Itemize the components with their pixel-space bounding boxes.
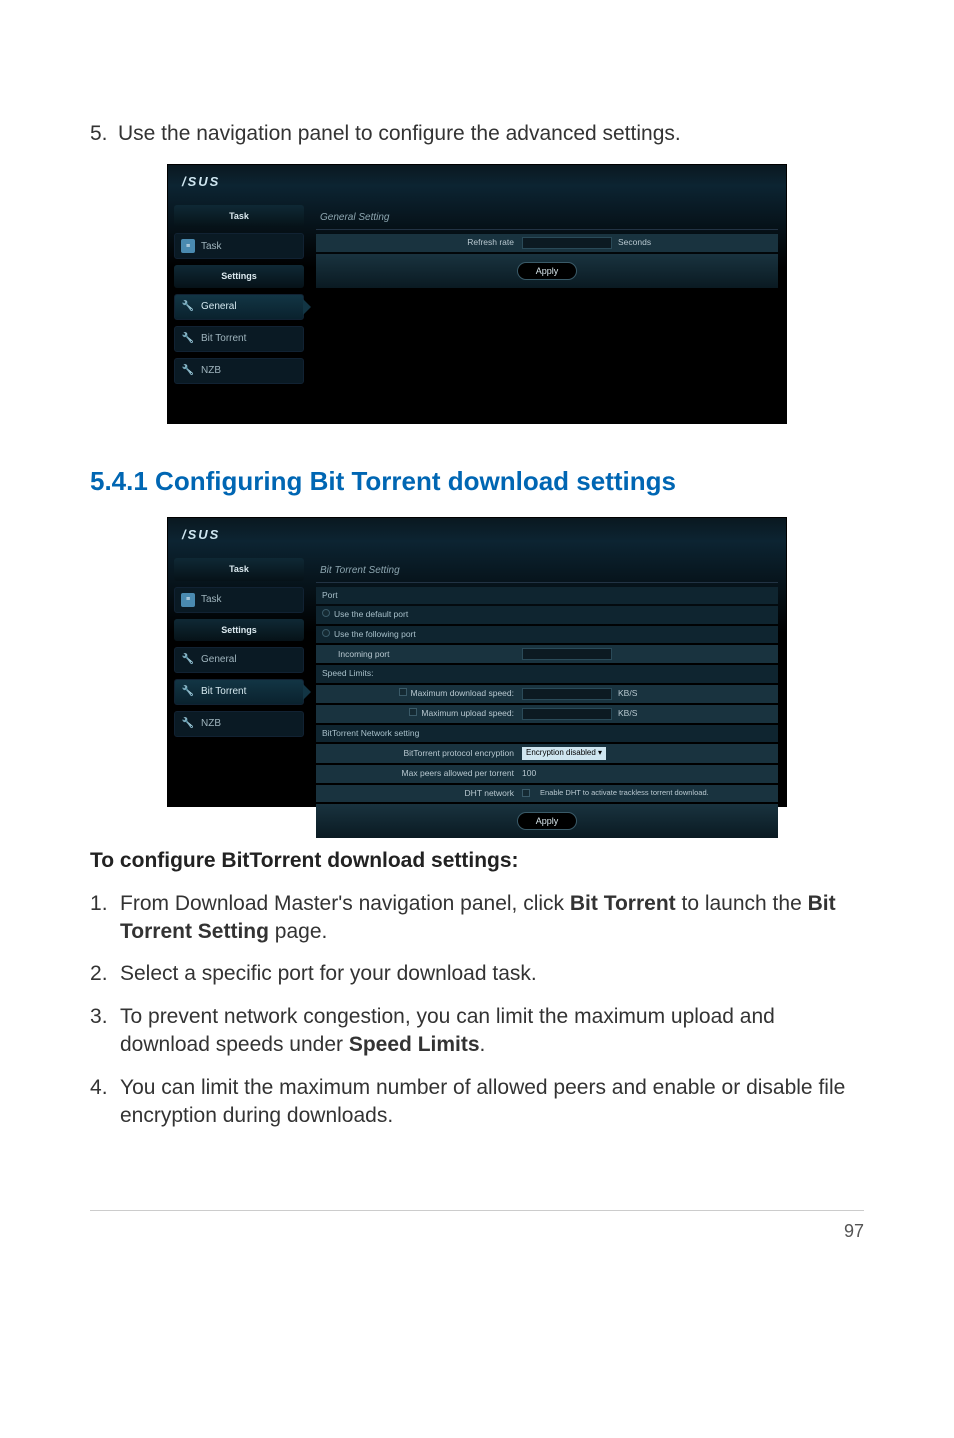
step-5-number: 5. xyxy=(90,120,118,148)
screenshot-general-setting: /SUS Task ≡ Task Settings 🔧 General 🔧 Bi… xyxy=(167,164,787,424)
radio-icon xyxy=(322,609,330,617)
radio-following-port[interactable]: Use the following port xyxy=(316,626,778,643)
sidebar-item-bittorrent[interactable]: 🔧 Bit Torrent xyxy=(174,326,304,352)
step-text: Select a specific port for your download… xyxy=(120,962,537,985)
sidebar-task-header: Task xyxy=(174,558,304,580)
kbs-label: KB/S xyxy=(618,688,637,699)
seconds-label: Seconds xyxy=(618,237,651,248)
section-heading: 5.4.1 Configuring Bit Torrent download s… xyxy=(90,464,864,499)
step-text: You can limit the maximum number of allo… xyxy=(120,1076,845,1127)
row-max-download: Maximum download speed: KB/S xyxy=(316,685,778,703)
step-text: to launch the xyxy=(676,892,808,915)
wrench-icon: 🔧 xyxy=(181,364,195,378)
step-text: page. xyxy=(269,920,327,943)
port-header: Port xyxy=(316,587,778,604)
sidebar-item-label: General xyxy=(201,653,237,667)
step-text: . xyxy=(480,1033,486,1056)
step-3: To prevent network congestion, you can l… xyxy=(90,1003,864,1060)
row-dht: DHT network Enable DHT to activate track… xyxy=(316,785,778,802)
radio-label: Use the default port xyxy=(334,609,408,619)
checkbox-icon[interactable] xyxy=(399,688,407,696)
max-upload-input[interactable] xyxy=(522,708,612,720)
task-icon: ≡ xyxy=(181,239,195,253)
sidebar: Task ≡ Task Settings 🔧 General 🔧 Bit Tor… xyxy=(174,205,304,389)
row-max-upload: Maximum upload speed: KB/S xyxy=(316,705,778,723)
panel-title: General Setting xyxy=(316,205,778,230)
sidebar-item-bittorrent[interactable]: 🔧 Bit Torrent xyxy=(174,679,304,705)
max-peers-label: Max peers allowed per torrent xyxy=(322,768,522,779)
dht-label: DHT network xyxy=(322,788,522,799)
step-text: From Download Master's navigation panel,… xyxy=(120,892,570,915)
asus-logo: /SUS xyxy=(182,526,220,544)
sidebar-item-label: General xyxy=(201,300,237,314)
step-5: 5. Use the navigation panel to configure… xyxy=(90,120,864,148)
wrench-icon: 🔧 xyxy=(181,653,195,667)
sidebar-item-nzb[interactable]: 🔧 NZB xyxy=(174,711,304,737)
checkbox-icon[interactable] xyxy=(409,708,417,716)
checkbox-icon[interactable] xyxy=(522,789,530,797)
incoming-port-label: Incoming port xyxy=(322,649,522,660)
apply-button[interactable]: Apply xyxy=(517,262,578,280)
asus-logo: /SUS xyxy=(182,173,220,191)
sidebar-item-label: NZB xyxy=(201,364,221,378)
row-encryption: BitTorrent protocol encryption Encryptio… xyxy=(316,744,778,763)
sidebar-item-label: Task xyxy=(201,593,222,607)
apply-button[interactable]: Apply xyxy=(517,812,578,830)
kbs-label: KB/S xyxy=(618,708,637,719)
sidebar-item-label: Task xyxy=(201,240,222,254)
sidebar-item-label: Bit Torrent xyxy=(201,685,246,699)
max-peers-value: 100 xyxy=(522,768,536,779)
wrench-icon: 🔧 xyxy=(181,685,195,699)
wrench-icon: 🔧 xyxy=(181,717,195,731)
radio-icon xyxy=(322,629,330,637)
page-number: 97 xyxy=(844,1221,864,1241)
sidebar-item-nzb[interactable]: 🔧 NZB xyxy=(174,358,304,384)
apply-wrap: Apply xyxy=(316,804,778,838)
dht-note: Enable DHT to activate trackless torrent… xyxy=(540,788,709,798)
sub-heading: To configure BitTorrent download setting… xyxy=(90,847,864,875)
sidebar-item-label: NZB xyxy=(201,717,221,731)
step-bold: Speed Limits xyxy=(349,1033,480,1056)
panel-title: Bit Torrent Setting xyxy=(316,558,778,583)
step-2: Select a specific port for your download… xyxy=(90,960,864,988)
encryption-label: BitTorrent protocol encryption xyxy=(322,748,522,759)
incoming-port-input[interactable] xyxy=(522,648,612,660)
sidebar-settings-header: Settings xyxy=(174,265,304,287)
refresh-rate-input[interactable] xyxy=(522,237,612,249)
refresh-rate-label: Refresh rate xyxy=(322,237,522,248)
content-panel: General Setting Refresh rate Seconds App… xyxy=(316,205,778,288)
max-upload-label: Maximum upload speed: xyxy=(421,708,514,718)
screenshot-bittorrent-setting: /SUS Task ≡ Task Settings 🔧 General 🔧 Bi… xyxy=(167,517,787,807)
sidebar-settings-header: Settings xyxy=(174,619,304,641)
step-bold: Bit Torrent xyxy=(570,892,676,915)
step-4: You can limit the maximum number of allo… xyxy=(90,1074,864,1131)
step-1: From Download Master's navigation panel,… xyxy=(90,890,864,947)
sidebar-task-header: Task xyxy=(174,205,304,227)
max-download-input[interactable] xyxy=(522,688,612,700)
wrench-icon: 🔧 xyxy=(181,332,195,346)
radio-default-port[interactable]: Use the default port xyxy=(316,606,778,623)
page-footer: 97 xyxy=(90,1210,864,1243)
sidebar-item-general[interactable]: 🔧 General xyxy=(174,647,304,673)
row-refresh-rate: Refresh rate Seconds xyxy=(316,234,778,252)
task-icon: ≡ xyxy=(181,593,195,607)
speed-limits-header: Speed Limits: xyxy=(316,665,778,682)
steps-list: From Download Master's navigation panel,… xyxy=(90,890,864,1130)
sidebar-item-label: Bit Torrent xyxy=(201,332,246,346)
sidebar: Task ≡ Task Settings 🔧 General 🔧 Bit Tor… xyxy=(174,558,304,742)
wrench-icon: 🔧 xyxy=(181,300,195,314)
apply-wrap: Apply xyxy=(316,254,778,288)
sidebar-item-task[interactable]: ≡ Task xyxy=(174,233,304,259)
content-panel: Bit Torrent Setting Port Use the default… xyxy=(316,558,778,838)
row-max-peers: Max peers allowed per torrent 100 xyxy=(316,765,778,782)
network-setting-header: BitTorrent Network setting xyxy=(316,725,778,742)
sidebar-item-general[interactable]: 🔧 General xyxy=(174,294,304,320)
radio-label: Use the following port xyxy=(334,629,416,639)
row-incoming-port: Incoming port xyxy=(316,645,778,663)
sidebar-item-task[interactable]: ≡ Task xyxy=(174,587,304,613)
max-download-label: Maximum download speed: xyxy=(411,688,514,698)
encryption-select[interactable]: Encryption disabled ▾ xyxy=(522,747,606,760)
step-5-text: Use the navigation panel to configure th… xyxy=(118,120,681,148)
